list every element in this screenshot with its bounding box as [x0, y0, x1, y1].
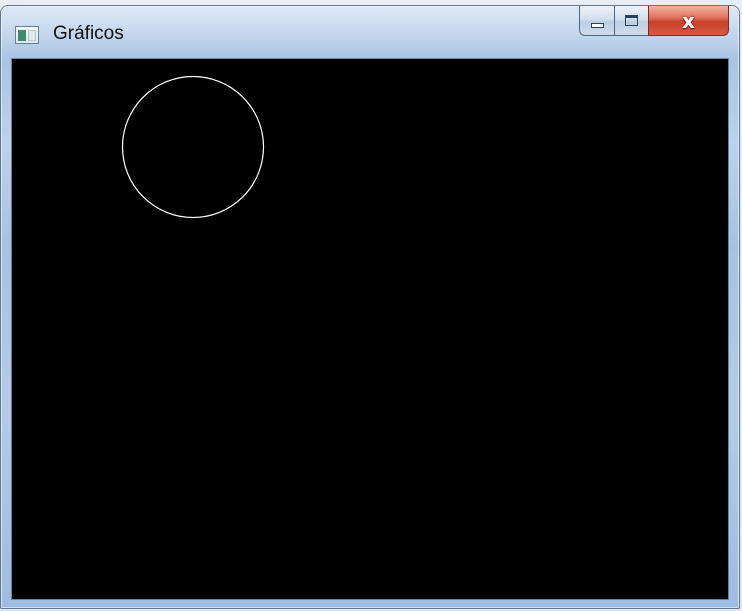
drawn-circle	[121, 75, 265, 219]
maximize-button[interactable]	[614, 6, 648, 36]
app-icon-right-pane	[28, 30, 36, 41]
close-icon: x	[682, 8, 695, 33]
app-icon-left-pane	[18, 30, 26, 41]
minimize-button[interactable]	[579, 6, 614, 36]
maximize-icon	[625, 15, 638, 26]
canvas-svg	[121, 75, 265, 219]
minimize-icon	[590, 23, 604, 28]
window-title: Gráficos	[53, 23, 124, 44]
window-app-icon[interactable]	[15, 26, 39, 44]
caption-buttons: x	[579, 6, 729, 36]
app-window: Gráficos x	[0, 5, 740, 609]
graphics-canvas[interactable]	[12, 59, 728, 599]
close-button[interactable]: x	[648, 6, 729, 36]
client-area-frame	[11, 58, 729, 600]
